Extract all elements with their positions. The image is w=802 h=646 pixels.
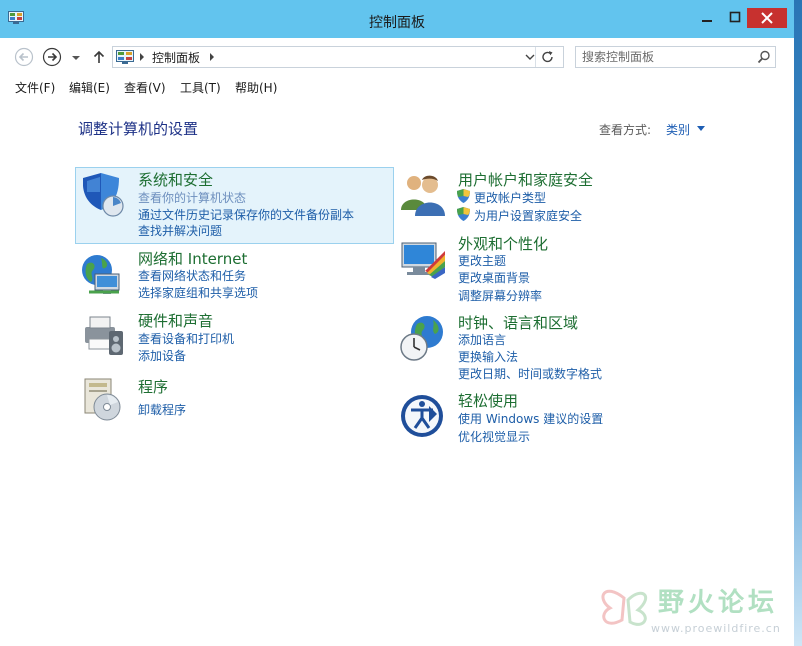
chevron-down-icon[interactable] bbox=[697, 126, 705, 131]
shield-icon[interactable] bbox=[79, 170, 127, 218]
network-globe-icon[interactable] bbox=[79, 252, 127, 300]
breadcrumb-separator-icon[interactable] bbox=[209, 53, 215, 61]
link-homegroup-sharing[interactable]: 选择家庭组和共享选项 bbox=[138, 284, 258, 301]
menu-help[interactable]: 帮助(H) bbox=[235, 79, 277, 96]
desktop-background bbox=[794, 0, 802, 646]
clock-globe-icon[interactable] bbox=[399, 314, 447, 362]
menu-tools[interactable]: 工具(T) bbox=[180, 79, 221, 96]
link-add-language[interactable]: 添加语言 bbox=[458, 331, 506, 348]
link-adjust-resolution[interactable]: 调整屏幕分辨率 bbox=[458, 287, 542, 304]
ease-of-access-icon[interactable] bbox=[399, 392, 447, 440]
back-arrow-icon[interactable] bbox=[14, 47, 34, 67]
forward-arrow-icon[interactable] bbox=[42, 47, 62, 67]
users-icon[interactable] bbox=[399, 170, 447, 218]
view-by-dropdown[interactable]: 类别 bbox=[666, 121, 690, 138]
page-heading: 调整计算机的设置 bbox=[78, 120, 199, 138]
category-title-system-security[interactable]: 系统和安全 bbox=[138, 169, 213, 190]
search-box bbox=[575, 46, 776, 68]
menu-view[interactable]: 查看(V) bbox=[124, 79, 166, 96]
menu-bar: 文件(F) 编辑(E) 查看(V) 工具(T) 帮助(H) bbox=[0, 76, 794, 98]
view-by-label: 查看方式: bbox=[599, 123, 652, 137]
category-title-appearance[interactable]: 外观和个性化 bbox=[458, 233, 548, 254]
category-title-programs[interactable]: 程序 bbox=[138, 376, 168, 397]
watermark-text: 野火论坛 bbox=[658, 588, 779, 618]
watermark-url: www.proewildfire.cn bbox=[651, 622, 781, 635]
menu-edit[interactable]: 编辑(E) bbox=[69, 79, 110, 96]
link-add-device[interactable]: 添加设备 bbox=[138, 347, 186, 364]
link-family-safety[interactable]: 为用户设置家庭安全 bbox=[474, 207, 582, 224]
printer-speaker-icon[interactable] bbox=[79, 311, 127, 359]
up-arrow-icon[interactable] bbox=[90, 47, 108, 67]
search-input[interactable] bbox=[582, 49, 752, 65]
link-optimize-visual-display[interactable]: 优化视觉显示 bbox=[458, 428, 530, 445]
uac-shield-icon bbox=[457, 189, 470, 203]
control-panel-icon bbox=[116, 50, 134, 64]
category-title-network-internet[interactable]: 网络和 Internet bbox=[138, 248, 247, 269]
link-uninstall-program[interactable]: 卸载程序 bbox=[138, 401, 186, 418]
link-change-date-time-format[interactable]: 更改日期、时间或数字格式 bbox=[458, 365, 602, 382]
search-icon[interactable] bbox=[757, 50, 771, 64]
breadcrumb-separator-icon[interactable] bbox=[139, 53, 145, 61]
monitor-palette-icon[interactable] bbox=[399, 237, 447, 285]
category-title-ease-of-access[interactable]: 轻松使用 bbox=[458, 390, 518, 411]
window-title: 控制面板 bbox=[369, 15, 425, 31]
link-change-desktop-background[interactable]: 更改桌面背景 bbox=[458, 269, 530, 286]
address-bar[interactable]: 控制面板 bbox=[112, 46, 564, 68]
link-network-status[interactable]: 查看网络状态和任务 bbox=[138, 267, 246, 284]
link-change-account-type[interactable]: 更改帐户类型 bbox=[474, 189, 546, 206]
control-panel-window: 控制面板 控制面板 文件(F) 编辑(E) bbox=[0, 0, 794, 646]
link-view-computer-status[interactable]: 查看你的计算机状态 bbox=[138, 189, 246, 206]
menu-file[interactable]: 文件(F) bbox=[15, 79, 55, 96]
category-title-user-accounts[interactable]: 用户帐户和家庭安全 bbox=[458, 169, 593, 190]
category-title-hardware-sound[interactable]: 硬件和声音 bbox=[138, 310, 213, 331]
refresh-icon[interactable] bbox=[535, 47, 560, 67]
link-troubleshoot[interactable]: 查找并解决问题 bbox=[138, 222, 222, 239]
uac-shield-icon bbox=[457, 207, 470, 221]
link-change-theme[interactable]: 更改主题 bbox=[458, 252, 506, 269]
title-bar[interactable]: 控制面板 bbox=[0, 0, 794, 38]
link-recommended-settings[interactable]: 使用 Windows 建议的设置 bbox=[458, 410, 603, 427]
breadcrumb-control-panel[interactable]: 控制面板 bbox=[152, 49, 200, 66]
programs-disc-icon[interactable] bbox=[79, 375, 127, 423]
address-dropdown-icon[interactable] bbox=[525, 53, 535, 61]
recent-pages-chevron-icon[interactable] bbox=[69, 47, 83, 67]
link-change-input-method[interactable]: 更换输入法 bbox=[458, 348, 518, 365]
navigation-bar: 控制面板 bbox=[0, 38, 794, 76]
maximize-button[interactable] bbox=[722, 8, 748, 28]
close-button[interactable] bbox=[747, 8, 787, 28]
link-file-history-backup[interactable]: 通过文件历史记录保存你的文件备份副本 bbox=[138, 206, 354, 223]
category-title-clock-language-region[interactable]: 时钟、语言和区域 bbox=[458, 312, 578, 333]
minimize-button[interactable] bbox=[694, 8, 720, 28]
link-devices-printers[interactable]: 查看设备和打印机 bbox=[138, 330, 234, 347]
